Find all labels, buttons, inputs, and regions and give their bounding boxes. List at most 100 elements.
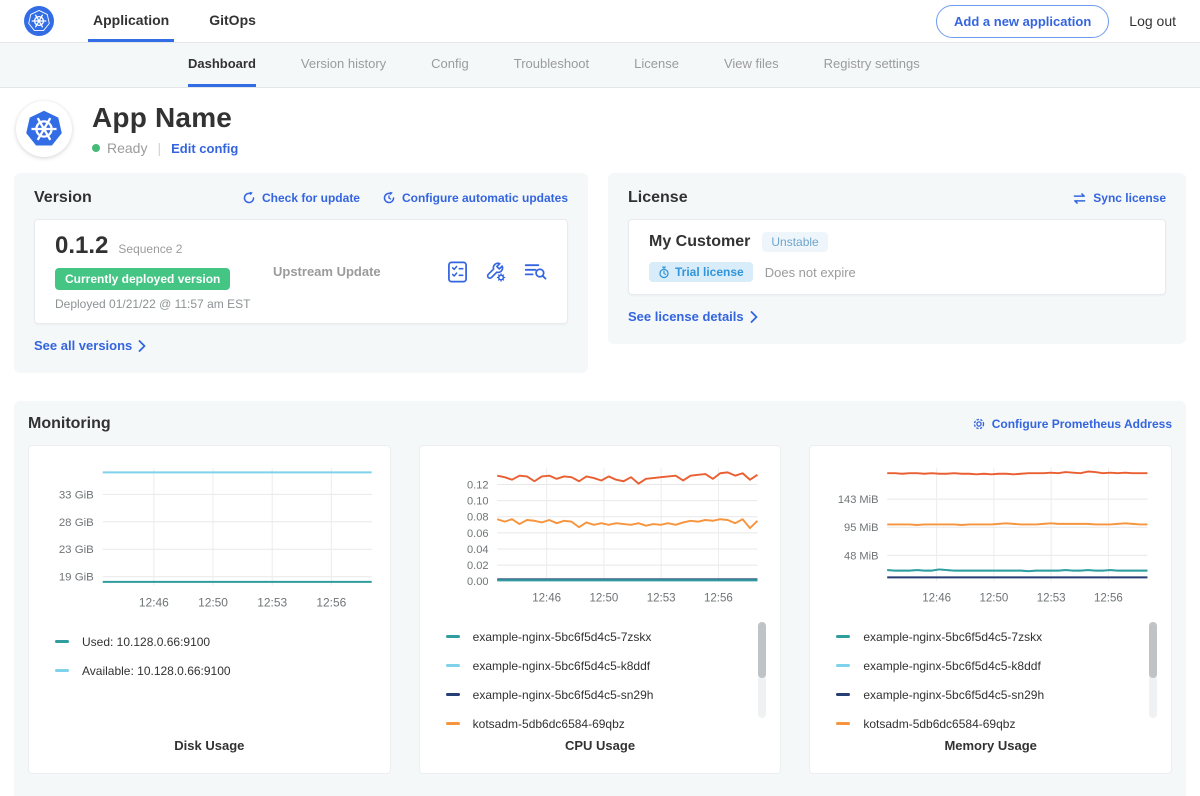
legend-color-dash [836, 722, 850, 725]
divider: | [157, 140, 161, 156]
legend-item: kotsadm-5db6dc6584-69qbz [836, 709, 1157, 738]
license-card-title: License [628, 189, 688, 207]
disk-usage-legend: Used: 10.128.0.66:9100 Available: 10.128.… [39, 621, 380, 685]
legend-item: example-nginx-5bc6f5d4c5-7zskx [446, 622, 767, 651]
legend-item: Used: 10.128.0.66:9100 [55, 627, 376, 656]
svg-text:0.06: 0.06 [467, 528, 489, 540]
svg-text:0.12: 0.12 [467, 479, 489, 491]
svg-text:12:56: 12:56 [704, 593, 733, 605]
disk-usage-chart-card: 19 GiB23 GiB28 GiB33 GiB12:4612:5012:531… [28, 445, 391, 774]
sub-nav-tab-version-history[interactable]: Version history [301, 43, 386, 87]
summary-cards-row: Version Check for update Configure au [0, 173, 1200, 373]
svg-text:23 GiB: 23 GiB [59, 544, 94, 556]
svg-text:33 GiB: 33 GiB [59, 489, 94, 501]
version-number: 0.1.2 [55, 232, 108, 260]
cpu-usage-chart-card: 0.000.020.040.060.080.100.1212:4612:5012… [419, 445, 782, 774]
top-navbar: ApplicationGitOps Add a new application … [0, 0, 1200, 43]
sub-nav-tab-dashboard[interactable]: Dashboard [188, 43, 256, 87]
sub-nav-tab-troubleshoot[interactable]: Troubleshoot [514, 43, 589, 87]
cpu-usage-chart-title: CPU Usage [430, 738, 771, 757]
deployed-timestamp: Deployed 01/21/22 @ 11:57 am EST [55, 297, 273, 311]
wrench-gear-icon[interactable] [485, 261, 507, 283]
app-status-text: Ready [107, 140, 147, 156]
app-kubernetes-avatar [16, 101, 72, 157]
stopwatch-icon [658, 266, 670, 279]
sub-nav-tab-config[interactable]: Config [431, 43, 469, 87]
svg-text:12:50: 12:50 [980, 593, 1009, 605]
app-title: App Name [92, 102, 238, 134]
version-source-label: Upstream Update [273, 264, 447, 279]
legend-label: example-nginx-5bc6f5d4c5-k8ddf [473, 659, 650, 673]
svg-text:12:53: 12:53 [646, 593, 675, 605]
legend-label: Used: 10.128.0.66:9100 [82, 635, 210, 649]
checklist-icon[interactable] [447, 261, 468, 283]
svg-text:0.00: 0.00 [467, 576, 489, 588]
license-card: License Sync license My Customer Unstabl… [608, 173, 1186, 344]
check-for-update-link[interactable]: Check for update [242, 191, 360, 205]
legend-label: Available: 10.128.0.66:9100 [82, 664, 231, 678]
svg-text:12:50: 12:50 [198, 595, 228, 609]
version-card: Version Check for update Configure au [14, 173, 588, 373]
sub-nav-tab-view-files[interactable]: View files [724, 43, 779, 87]
app-header: App Name Ready | Edit config [0, 88, 1200, 173]
svg-text:0.02: 0.02 [467, 560, 489, 572]
legend-label: kotsadm-5db6dc6584-69qbz [473, 717, 625, 731]
see-license-details-link[interactable]: See license details [628, 309, 758, 324]
legend-item: Available: 10.128.0.66:9100 [55, 656, 376, 685]
customer-name: My Customer [649, 233, 750, 251]
chevron-right-icon [750, 311, 758, 323]
see-all-versions-link[interactable]: See all versions [34, 338, 146, 353]
legend-label: example-nginx-5bc6f5d4c5-sn29h [863, 688, 1044, 702]
clock-refresh-icon [382, 191, 396, 205]
svg-text:12:53: 12:53 [1037, 593, 1066, 605]
edit-config-link[interactable]: Edit config [171, 141, 238, 156]
legend-scrollbar[interactable] [1149, 622, 1157, 718]
svg-text:48 MiB: 48 MiB [844, 550, 878, 562]
svg-text:12:46: 12:46 [139, 595, 169, 609]
configure-prometheus-link[interactable]: Configure Prometheus Address [972, 417, 1172, 431]
legend-label: kotsadm-5db6dc6584-69qbz [863, 717, 1015, 731]
chevron-right-icon [138, 340, 146, 352]
legend-item: example-nginx-5bc6f5d4c5-7zskx [836, 622, 1157, 651]
legend-item: example-nginx-5bc6f5d4c5-k8ddf [836, 651, 1157, 680]
svg-text:95 MiB: 95 MiB [844, 522, 878, 534]
svg-text:0.08: 0.08 [467, 512, 489, 524]
cpu-usage-chart: 0.000.020.040.060.080.100.1212:4612:5012… [430, 456, 771, 616]
svg-text:0.10: 0.10 [467, 495, 489, 507]
legend-color-dash [55, 640, 69, 643]
add-new-application-button[interactable]: Add a new application [936, 5, 1109, 38]
svg-text:19 GiB: 19 GiB [59, 572, 94, 584]
app-sub-navbar: Dashboard Version history Config Troublesho… [0, 43, 1200, 88]
svg-text:143 MiB: 143 MiB [838, 494, 879, 506]
legend-color-dash [836, 664, 850, 667]
svg-text:0.04: 0.04 [467, 544, 489, 556]
sub-nav-tab-registry-settings[interactable]: Registry settings [824, 43, 920, 87]
memory-usage-legend: example-nginx-5bc6f5d4c5-7zskxexample-ng… [820, 616, 1161, 738]
sync-arrows-icon [1072, 192, 1087, 205]
cpu-usage-legend: example-nginx-5bc6f5d4c5-7zskx example-ng… [430, 616, 771, 738]
sync-license-link[interactable]: Sync license [1072, 191, 1166, 205]
top-nav-tabs: Application GitOps [88, 0, 291, 42]
legend-color-dash [446, 722, 460, 725]
svg-text:12:46: 12:46 [923, 593, 952, 605]
legend-scrollbar-thumb[interactable] [1149, 622, 1157, 678]
sub-nav-tab-license[interactable]: License [634, 43, 679, 87]
current-version-card: 0.1.2 Sequence 2 Currently deployed vers… [34, 219, 568, 324]
log-out-button[interactable]: Log out [1129, 13, 1176, 29]
configure-automatic-updates-link[interactable]: Configure automatic updates [382, 191, 568, 205]
gear-icon [972, 417, 986, 431]
svg-text:12:46: 12:46 [532, 593, 561, 605]
legend-scrollbar[interactable] [758, 622, 766, 718]
legend-color-dash [446, 635, 460, 638]
disk-usage-chart: 19 GiB23 GiB28 GiB33 GiB12:4612:5012:531… [39, 456, 380, 621]
channel-badge: Unstable [762, 232, 827, 252]
legend-item: example-nginx-5bc6f5d4c5-sn29h [836, 680, 1157, 709]
legend-color-dash [446, 664, 460, 667]
legend-color-dash [836, 693, 850, 696]
top-nav-tab-gitops[interactable]: GitOps [204, 0, 261, 42]
refresh-circle-icon [242, 191, 256, 205]
legend-scrollbar-thumb[interactable] [758, 622, 766, 678]
top-nav-tab-application[interactable]: Application [88, 0, 174, 42]
log-search-icon[interactable] [524, 262, 547, 281]
version-sequence: Sequence 2 [118, 242, 182, 256]
